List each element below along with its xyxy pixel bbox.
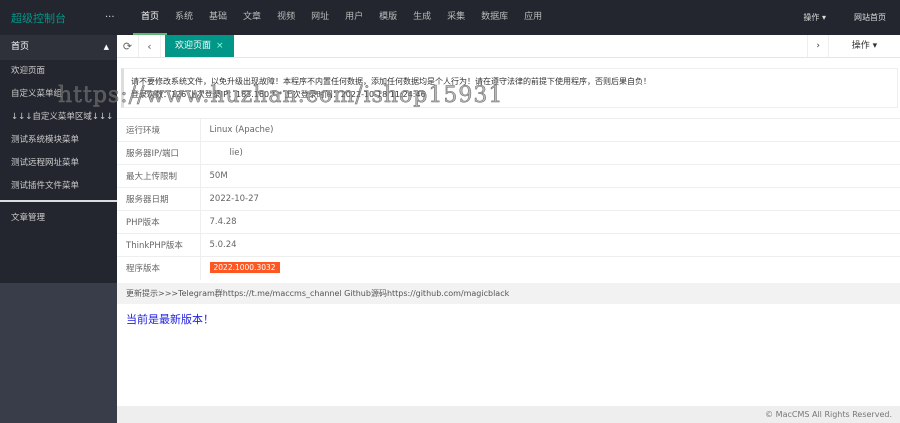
row-value: 7.4.28 <box>200 210 900 234</box>
sidebar-item-welcome[interactable]: 欢迎页面 <box>0 60 117 83</box>
nav-basic[interactable]: 基础 <box>201 0 235 35</box>
sidebar-item-test-plugin[interactable]: 测试插件文件菜单 <box>0 175 117 198</box>
row-label: 服务器日期 <box>117 187 201 211</box>
row-label: 运行环境 <box>117 118 201 142</box>
row-value: 2022-10-27 <box>200 187 900 211</box>
nav-generate[interactable]: 生成 <box>405 0 439 35</box>
row-value-text: lie) <box>229 148 243 158</box>
table-row: 程序版本 2022.1000.3032 <box>117 256 900 280</box>
refresh-icon[interactable]: ⟳ <box>117 35 139 57</box>
footer: © MacCMS All Rights Reserved. <box>117 406 900 423</box>
nav-template[interactable]: 模版 <box>371 0 405 35</box>
row-value: 50M <box>200 164 900 188</box>
more-menu-button[interactable]: ··· <box>105 12 133 23</box>
sidebar-section-home[interactable]: 首页 ▲ <box>0 35 117 60</box>
caret-up-icon: ▲ <box>103 43 109 51</box>
row-value: lie) <box>200 141 900 165</box>
row-label: 最大上传限制 <box>117 164 201 188</box>
table-row: PHP版本 7.4.28 <box>117 210 900 234</box>
row-label: PHP版本 <box>117 210 201 234</box>
tab-welcome[interactable]: 欢迎页面 × <box>165 35 234 57</box>
row-label: ThinkPHP版本 <box>117 233 201 257</box>
site-home-link[interactable]: 网站首页 <box>840 12 900 23</box>
update-notice: 更新提示>>>Telegram群https://t.me/maccms_chan… <box>117 282 900 304</box>
close-icon[interactable]: × <box>216 41 224 51</box>
logo: 超级控制台 <box>11 11 66 25</box>
table-row: 服务器IP/端口 lie) <box>117 141 900 165</box>
sidebar-item-test-system[interactable]: 测试系统模块菜单 <box>0 129 117 152</box>
latest-version-text: 当前是最新版本！ <box>126 312 214 326</box>
top-nav: 首页 系统 基础 文章 视频 网址 用户 模版 生成 采集 数据库 应用 <box>133 0 550 35</box>
main-content: 请不要修改系统文件，以免升级出现故障！本程序不内置任何数据，添加任何数据均是个人… <box>117 58 900 406</box>
tab-label: 欢迎页面 <box>175 41 212 51</box>
nav-website[interactable]: 网址 <box>303 0 337 35</box>
row-label: 程序版本 <box>117 256 201 280</box>
nav-database[interactable]: 数据库 <box>473 0 516 35</box>
notice-box: 请不要修改系统文件，以免升级出现故障！本程序不内置任何数据，添加任何数据均是个人… <box>121 68 898 108</box>
notice-warning: 请不要修改系统文件，以免升级出现故障！本程序不内置任何数据，添加任何数据均是个人… <box>131 77 651 86</box>
sidebar-item-test-remote[interactable]: 测试远程网址菜单 <box>0 152 117 175</box>
table-row: 运行环境 Linux (Apache) <box>117 118 900 142</box>
system-info-table: 运行环境 Linux (Apache) 服务器IP/端口 lie) 最大上传限制 50… <box>117 118 900 280</box>
nav-video[interactable]: 视频 <box>269 0 303 35</box>
row-value: 2022.1000.3032 <box>200 256 900 280</box>
version-badge: 2022.1000.3032 <box>209 262 280 274</box>
sidebar-item-custom-area[interactable]: ↓↓↓自定义菜单区域↓↓↓ <box>0 106 117 129</box>
tab-operations-dropdown[interactable]: 操作 ▾ <box>828 35 900 57</box>
nav-apps[interactable]: 应用 <box>516 0 550 35</box>
sidebar-item-custom-menu[interactable]: 自定义菜单组 <box>0 83 117 106</box>
operations-dropdown[interactable]: 操作 ▾ <box>789 12 840 23</box>
row-label: 服务器IP/端口 <box>117 141 201 165</box>
row-value: Linux (Apache) <box>200 118 900 142</box>
sidebar-item-article-manage[interactable]: 文章管理 <box>0 207 117 230</box>
tab-prev-button[interactable]: ‹ <box>139 35 161 57</box>
table-row: ThinkPHP版本 5.0.24 <box>117 233 900 257</box>
tab-bar: ⟳ ‹ 欢迎页面 × › 操作 ▾ <box>117 35 900 58</box>
row-value: 5.0.24 <box>200 233 900 257</box>
nav-article[interactable]: 文章 <box>235 0 269 35</box>
sidebar-section-label: 首页 <box>11 42 30 52</box>
nav-user[interactable]: 用户 <box>337 0 371 35</box>
nav-collect[interactable]: 采集 <box>439 0 473 35</box>
table-row: 最大上传限制 50M <box>117 164 900 188</box>
nav-home[interactable]: 首页 <box>133 0 168 35</box>
divider <box>0 200 117 202</box>
nav-system[interactable]: 系统 <box>167 0 201 35</box>
sidebar: 首页 ▲ 欢迎页面 自定义菜单组 ↓↓↓自定义菜单区域↓↓↓ 测试系统模块菜单 测… <box>0 35 117 423</box>
top-bar: 超级控制台 ··· 首页 系统 基础 文章 视频 网址 用户 模版 生成 采集 … <box>0 0 900 35</box>
table-row: 服务器日期 2022-10-27 <box>117 187 900 211</box>
tab-next-button[interactable]: › <box>807 35 828 57</box>
login-info: 登录次数：126 上次登录IP：183.160.*.* 上次登录时间：2022-… <box>131 90 426 99</box>
